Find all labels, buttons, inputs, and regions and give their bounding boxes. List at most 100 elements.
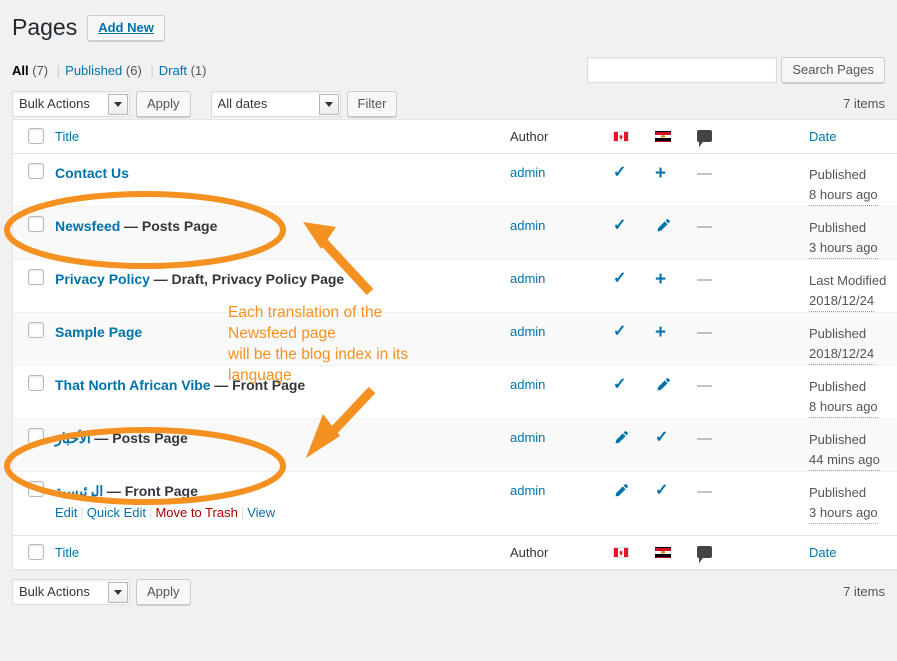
row-title-link[interactable]: Contact Us (55, 165, 129, 181)
column-footer-date-link[interactable]: Date (809, 545, 836, 560)
row-lang-en-cell[interactable] (613, 470, 655, 536)
column-header-lang-en[interactable] (613, 119, 655, 154)
row-title-cell: Newsfeed — Posts Page (55, 205, 510, 260)
search-pages-button[interactable]: Search Pages (781, 56, 885, 83)
add-translation-plus-icon[interactable]: + (655, 269, 666, 289)
status-filter-draft[interactable]: Draft (1) (159, 63, 207, 78)
add-translation-plus-icon[interactable]: + (655, 163, 666, 183)
row-checkbox[interactable] (27, 162, 44, 179)
apply-button-top[interactable]: Apply (136, 90, 191, 117)
row-lang-en-cell[interactable]: ✓ (613, 311, 655, 366)
row-title-link[interactable]: Privacy Policy (55, 271, 150, 287)
table-row: الرئيسية — Front Page Edit | Quick Edit | Mo… (12, 470, 897, 536)
date-filter-select[interactable]: All dates (210, 90, 341, 117)
row-lang-ar-cell[interactable]: + (655, 153, 697, 206)
egypt-flag-icon (655, 546, 671, 558)
column-header-date[interactable]: Date (809, 119, 897, 154)
row-author-link[interactable]: admin (510, 483, 545, 498)
translation-complete-check-icon[interactable]: ✓ (655, 428, 668, 446)
row-lang-en-cell[interactable]: ✓ (613, 364, 655, 419)
row-author-link[interactable]: admin (510, 218, 545, 233)
status-filter-all-link[interactable]: All (12, 63, 29, 78)
row-checkbox[interactable] (27, 268, 44, 285)
row-lang-ar-cell[interactable]: ✓ (655, 417, 697, 472)
select-all-footer[interactable] (12, 534, 55, 570)
column-footer-title-link[interactable]: Title (55, 545, 79, 560)
column-header-title-link[interactable]: Title (55, 129, 79, 144)
bulk-actions-select-wrap-bottom[interactable]: Bulk Actions (12, 578, 130, 605)
select-all-checkbox-top[interactable] (27, 127, 44, 144)
row-title-link[interactable]: That North African Vibe (55, 377, 211, 393)
status-filter-published[interactable]: Published (6) | (65, 63, 159, 78)
row-title-link[interactable]: الرئيسية (55, 483, 103, 500)
row-action-quick-edit[interactable]: Quick Edit (87, 505, 146, 520)
bulk-actions-select[interactable]: Bulk Actions (12, 90, 130, 117)
translation-complete-check-icon[interactable]: ✓ (613, 269, 626, 287)
column-header-comments[interactable] (697, 119, 737, 154)
column-footer-lang-ar[interactable] (655, 534, 697, 570)
edit-translation-pencil-icon[interactable] (655, 216, 671, 234)
row-author-link[interactable]: admin (510, 377, 545, 392)
row-lang-ar-cell[interactable]: ✓ (655, 470, 697, 536)
date-filter-select-wrap[interactable]: All dates (210, 90, 341, 117)
row-checkbox[interactable] (27, 374, 44, 391)
row-author-link[interactable]: admin (510, 271, 545, 286)
row-checkbox-cell[interactable] (12, 258, 55, 313)
row-lang-ar-cell[interactable]: + (655, 258, 697, 313)
row-action-edit[interactable]: Edit (55, 505, 77, 520)
row-lang-ar-cell[interactable] (655, 364, 697, 419)
row-lang-en-cell[interactable]: ✓ (613, 153, 655, 206)
translation-complete-check-icon[interactable]: ✓ (613, 322, 626, 340)
row-checkbox[interactable] (27, 480, 44, 497)
search-input[interactable] (587, 56, 778, 83)
edit-translation-pencil-icon[interactable] (613, 428, 629, 446)
column-header-title[interactable]: Title (55, 119, 510, 154)
row-checkbox[interactable] (27, 215, 44, 232)
column-header-date-link[interactable]: Date (809, 129, 836, 144)
bulk-actions-select-bottom[interactable]: Bulk Actions (12, 578, 130, 605)
status-filter-draft-link[interactable]: Draft (159, 63, 187, 78)
row-action-view[interactable]: View (247, 505, 275, 520)
column-header-lang-ar[interactable] (655, 119, 697, 154)
row-checkbox-cell[interactable] (12, 205, 55, 260)
table-row: Privacy Policy — Draft, Privacy Policy P… (12, 258, 897, 313)
select-all-checkbox-bottom[interactable] (27, 543, 44, 560)
row-lang-en-cell[interactable]: ✓ (613, 258, 655, 313)
status-filter-published-link[interactable]: Published (65, 63, 122, 78)
row-checkbox-cell[interactable] (12, 470, 55, 536)
row-lang-en-cell[interactable] (613, 417, 655, 472)
row-author-link[interactable]: admin (510, 324, 545, 339)
column-footer-lang-en[interactable] (613, 534, 655, 570)
translation-complete-check-icon[interactable]: ✓ (613, 216, 626, 234)
apply-button-bottom[interactable]: Apply (136, 578, 191, 605)
row-title-link[interactable]: الأخبار (55, 430, 91, 447)
row-author-link[interactable]: admin (510, 430, 545, 445)
row-checkbox-cell[interactable] (13, 153, 56, 206)
translation-complete-check-icon[interactable]: ✓ (655, 481, 668, 499)
edit-translation-pencil-icon[interactable] (613, 481, 629, 499)
column-footer-title[interactable]: Title (55, 534, 510, 570)
row-checkbox-cell[interactable] (12, 364, 55, 419)
row-checkbox-cell[interactable] (12, 311, 55, 366)
select-all-header[interactable] (12, 119, 55, 154)
bulk-actions-select-wrap[interactable]: Bulk Actions (12, 90, 130, 117)
filter-button[interactable]: Filter (346, 90, 398, 117)
row-checkbox-cell[interactable] (12, 417, 55, 472)
translation-complete-check-icon[interactable]: ✓ (613, 375, 626, 393)
column-footer-date[interactable]: Date (809, 534, 897, 570)
column-footer-comments[interactable] (697, 534, 737, 570)
status-filter-all[interactable]: All (7) | (12, 63, 65, 78)
row-title-link[interactable]: Sample Page (55, 324, 142, 340)
add-translation-plus-icon[interactable]: + (655, 322, 666, 342)
row-lang-en-cell[interactable]: ✓ (613, 205, 655, 260)
row-checkbox[interactable] (27, 321, 44, 338)
add-new-button[interactable]: Add New (87, 14, 165, 41)
row-action-trash[interactable]: Move to Trash (155, 505, 237, 520)
row-checkbox[interactable] (27, 427, 44, 444)
row-lang-ar-cell[interactable] (655, 205, 697, 260)
edit-translation-pencil-icon[interactable] (655, 375, 671, 393)
translation-complete-check-icon[interactable]: ✓ (613, 163, 626, 181)
row-author-link[interactable]: admin (510, 165, 545, 180)
row-lang-ar-cell[interactable]: + (655, 311, 697, 366)
row-title-link[interactable]: Newsfeed (55, 218, 120, 234)
